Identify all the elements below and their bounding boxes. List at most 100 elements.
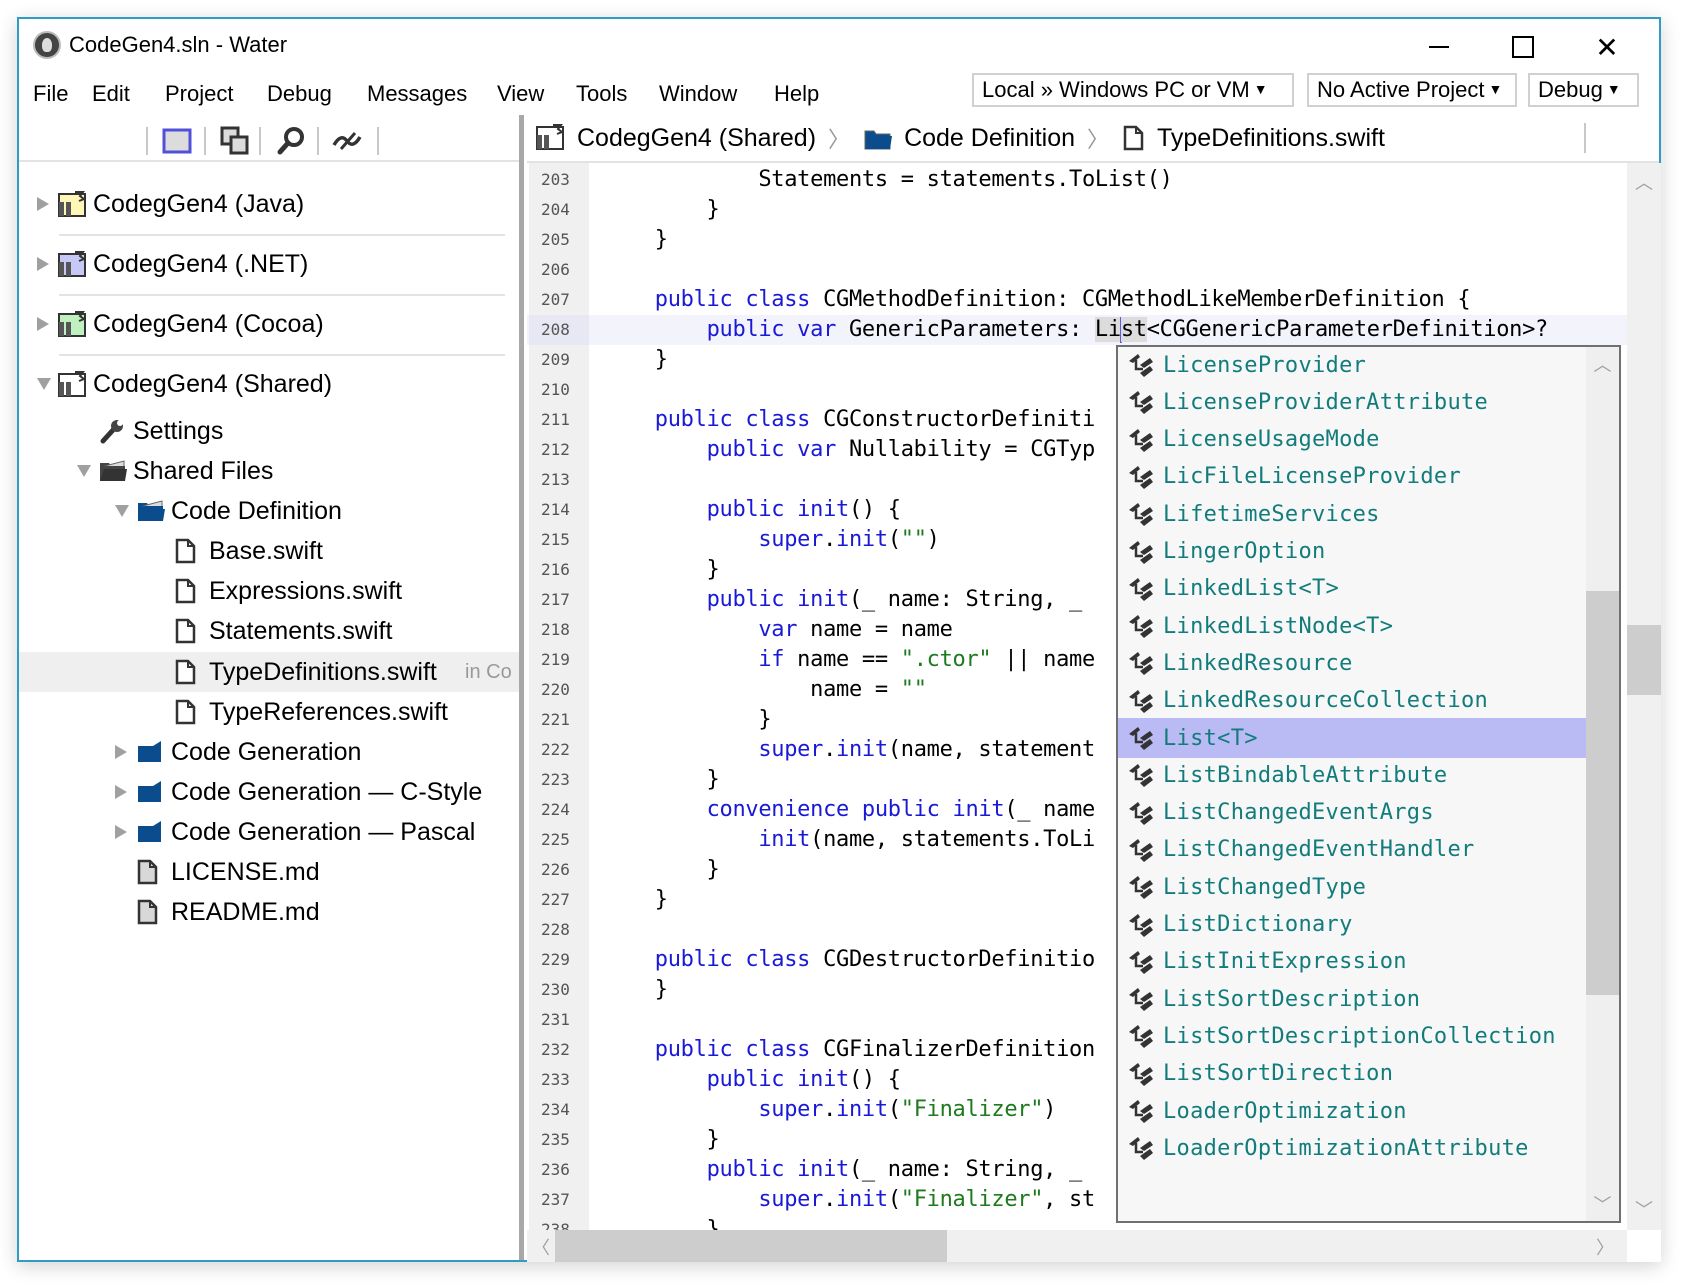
tree-item[interactable]: Code Generation — C-Style [19,772,519,812]
tree-item[interactable]: LICENSE.md [19,852,519,892]
code-text: } [603,1215,720,1230]
completion-item[interactable]: ListDictionary [1118,905,1586,945]
minimize-button[interactable] [1409,27,1469,67]
target-device-dropdown[interactable]: Local » Windows PC or VM ▼ [972,73,1294,107]
code-line[interactable]: 203 Statements = statements.ToList() [527,165,1627,195]
menu-project[interactable]: Project [165,81,233,107]
switch-window-button[interactable] [219,125,251,157]
completion-scrollbar[interactable]: ︿ ﹀ [1586,347,1619,1221]
editor-horizontal-scrollbar[interactable]: 〈 〉 [527,1230,1627,1262]
maximize-button[interactable] [1493,27,1553,67]
completion-item[interactable]: ListBindableAttribute [1118,755,1586,795]
completion-item[interactable]: LinkedResource [1118,643,1586,683]
completion-item[interactable]: LinkedListNode<T> [1118,606,1586,646]
menu-help[interactable]: Help [774,81,819,107]
sidebar-splitter[interactable] [519,115,524,1260]
keyword-token: super [758,1097,824,1122]
tree-item[interactable]: CodegGen4 (.NET) [19,244,519,284]
tree-item[interactable]: README.md [19,892,519,932]
breadcrumb-folder[interactable]: Code Definition [862,124,1075,153]
completion-item[interactable]: ListChangedType [1118,867,1586,907]
expand-arrow-closed-icon[interactable] [115,745,127,759]
expand-arrow-closed-icon[interactable] [115,825,127,839]
line-number: 236 [541,1160,570,1179]
completion-item[interactable]: ListSortDescriptionCollection [1118,1016,1586,1056]
code-line[interactable]: 205 } [527,225,1627,255]
menu-window[interactable]: Window [659,81,737,107]
tree-item[interactable]: Code Generation [19,732,519,772]
breadcrumb-project[interactable]: CodegGen4 (Shared) [535,123,816,153]
completion-item[interactable]: LicenseProviderAttribute [1118,382,1586,422]
active-project-dropdown[interactable]: No Active Project ▼ [1307,73,1517,107]
expand-arrow-closed-icon[interactable] [37,317,49,331]
completion-item[interactable]: LinkedList<T> [1118,569,1586,609]
code-line[interactable]: 204 } [527,195,1627,225]
completion-item[interactable]: LoaderOptimizationAttribute [1118,1128,1586,1168]
configuration-dropdown[interactable]: Debug ▼ [1528,73,1639,107]
completion-item[interactable]: LicenseProvider [1118,347,1586,385]
tree-item[interactable]: TypeDefinitions.swift in Co [19,652,519,692]
completion-scroll-thumb[interactable] [1586,591,1619,995]
completion-item[interactable]: ListSortDescription [1118,979,1586,1019]
completion-item-label: ListSortDescription [1163,986,1421,1012]
completion-item[interactable]: LicenseUsageMode [1118,420,1586,460]
menu-tools[interactable]: Tools [576,81,627,107]
tree-item[interactable]: Shared Files [19,451,519,491]
menu-messages[interactable]: Messages [367,81,467,107]
tree-item[interactable]: CodegGen4 (Shared) [19,364,519,404]
disconnect-button[interactable] [331,125,363,157]
expand-arrow-open-icon[interactable] [37,378,51,390]
menu-file[interactable]: File [33,81,68,107]
editor-vertical-scroll-thumb[interactable] [1627,625,1661,695]
tree-item[interactable]: TypeReferences.swift [19,692,519,732]
completion-item[interactable]: LifetimeServices [1118,494,1586,534]
code-line[interactable]: 207 public class CGMethodDefinition: CGM… [527,285,1627,315]
menu-debug[interactable]: Debug [267,81,332,107]
scroll-left-icon[interactable]: 〈 [527,1234,555,1260]
breadcrumb: CodegGen4 (Shared) 〉 Code Definition 〉 T… [527,115,1659,161]
code-line[interactable]: 208 public var GenericParameters: List<C… [527,315,1627,345]
menu-view[interactable]: View [497,81,544,107]
tree-item[interactable]: Code Definition [19,491,519,531]
completion-item[interactable]: ListChangedEventArgs [1118,793,1586,833]
editor-horizontal-scroll-thumb[interactable] [555,1230,947,1262]
completion-item[interactable]: List<T> [1118,718,1586,758]
scroll-down-icon[interactable]: ﹀ [1627,1196,1661,1222]
scroll-up-icon[interactable]: ︿ [1627,169,1661,195]
close-button[interactable]: ✕ [1577,27,1637,67]
scroll-up-icon[interactable]: ︿ [1586,351,1619,377]
tree-item[interactable]: Expressions.swift [19,571,519,611]
tree-item[interactable]: Code Generation — Pascal [19,812,519,852]
code-text: } [603,345,668,375]
scroll-down-icon[interactable]: ﹀ [1586,1191,1619,1217]
breadcrumb-file[interactable]: TypeDefinitions.swift [1121,124,1385,153]
completion-item[interactable]: LingerOption [1118,532,1586,572]
completion-item[interactable]: ListChangedEventHandler [1118,830,1586,870]
toggle-panel-button[interactable] [161,125,193,157]
tree-item[interactable]: CodegGen4 (Cocoa) [19,304,519,344]
expand-arrow-open-icon[interactable] [115,505,129,517]
class-type-icon [1126,538,1156,566]
expand-arrow-closed-icon[interactable] [115,785,127,799]
class-type-icon [1126,1022,1156,1050]
completion-item[interactable]: LinkedResourceCollection [1118,681,1586,721]
tree-item[interactable]: Base.swift [19,531,519,571]
code-line[interactable]: 206 [527,255,1627,285]
expand-arrow-closed-icon[interactable] [37,197,49,211]
completion-item[interactable]: LoaderOptimization [1118,1091,1586,1131]
completion-item-label: ListChangedEventHandler [1163,837,1475,863]
search-button[interactable] [275,125,307,157]
completion-item[interactable]: LicFileLicenseProvider [1118,457,1586,497]
keyword-token: super [758,1187,824,1212]
tree-item[interactable]: Settings [19,411,519,451]
editor-vertical-scrollbar[interactable]: ︿ ﹀ [1627,163,1661,1230]
expand-arrow-closed-icon[interactable] [37,257,49,271]
code-token: } [603,857,720,882]
tree-item[interactable]: CodegGen4 (Java) [19,184,519,224]
completion-item[interactable]: ListSortDirection [1118,1054,1586,1094]
menu-edit[interactable]: Edit [92,81,130,107]
expand-arrow-open-icon[interactable] [77,465,91,477]
completion-item[interactable]: ListInitExpression [1118,942,1586,982]
tree-item[interactable]: Statements.swift [19,611,519,651]
scroll-right-icon[interactable]: 〉 [1591,1234,1619,1260]
